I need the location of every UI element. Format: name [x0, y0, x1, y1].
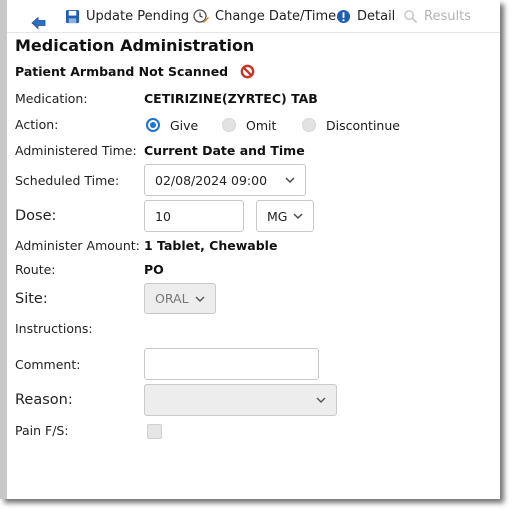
action-give-radio[interactable]: Give — [146, 115, 198, 135]
detail-label: Detail — [357, 8, 396, 24]
action-omit-label: Omit — [246, 117, 277, 133]
comment-label: Comment: — [15, 357, 81, 372]
detail-button[interactable]: Detail — [336, 0, 395, 32]
armband-warning-text: Patient Armband Not Scanned — [15, 64, 229, 79]
medication-label: Medication: — [15, 91, 88, 106]
medication-value: CETIRIZINE(ZYRTEC) TAB — [144, 91, 318, 106]
prohibited-icon — [240, 64, 255, 79]
toolbar: Update Pending Change Date/Time Detail R… — [7, 0, 500, 33]
back-arrow-icon — [31, 16, 46, 30]
clock-edit-icon — [193, 9, 209, 23]
route-value: PO — [144, 262, 164, 277]
page-title: Medication Administration — [15, 36, 255, 55]
action-omit-radio[interactable]: Omit — [222, 115, 276, 135]
chevron-down-icon — [316, 397, 326, 403]
route-label: Route: — [15, 262, 56, 277]
administered-time-label: Administered Time: — [15, 143, 137, 158]
dose-value: 10 — [155, 208, 171, 224]
dose-unit-value: MG — [267, 208, 288, 224]
results-label: Results — [424, 8, 471, 24]
reason-label: Reason: — [15, 392, 73, 408]
site-label: Site: — [15, 291, 48, 307]
instructions-label: Instructions: — [15, 321, 93, 336]
pain-label: Pain F/S: — [15, 423, 69, 438]
magnifier-icon — [404, 9, 418, 23]
action-discontinue-label: Discontinue — [326, 117, 400, 133]
dose-label: Dose: — [15, 208, 57, 224]
armband-warning: Patient Armband Not Scanned — [15, 64, 255, 79]
change-date-time-button[interactable]: Change Date/Time — [193, 0, 336, 32]
administer-amount-value: 1 Tablet, Chewable — [144, 238, 278, 253]
update-pending-button[interactable]: Update Pending — [65, 0, 189, 32]
form-area: Medication Administration Patient Armban… — [7, 32, 500, 499]
administer-amount-label: Administer Amount: — [15, 238, 140, 253]
scheduled-time-select[interactable]: 02/08/2024 09:00 — [144, 164, 306, 196]
scheduled-time-value: 02/08/2024 09:00 — [155, 172, 268, 188]
chevron-down-icon — [195, 296, 205, 302]
change-date-time-label: Change Date/Time — [215, 8, 337, 24]
chevron-down-icon — [293, 213, 303, 219]
comment-input[interactable] — [144, 348, 319, 380]
site-select[interactable]: ORAL — [144, 283, 216, 314]
medication-administration-window: Update Pending Change Date/Time Detail R… — [0, 0, 500, 499]
radio-selected-indicator — [146, 118, 160, 132]
dose-unit-select[interactable]: MG — [256, 200, 314, 232]
dose-input[interactable]: 10 — [144, 200, 244, 232]
radio-indicator — [302, 118, 316, 132]
update-pending-label: Update Pending — [86, 8, 190, 24]
info-icon — [336, 9, 351, 23]
action-discontinue-radio[interactable]: Discontinue — [302, 115, 400, 135]
action-label: Action: — [15, 117, 59, 132]
radio-indicator — [222, 118, 236, 132]
chevron-down-icon — [285, 177, 295, 183]
scheduled-time-label: Scheduled Time: — [15, 173, 120, 188]
pain-checkbox[interactable] — [147, 424, 162, 439]
results-button[interactable]: Results — [403, 0, 471, 32]
window-left-border — [0, 0, 7, 499]
site-value: ORAL — [155, 291, 189, 306]
reason-select[interactable] — [144, 384, 337, 416]
action-give-label: Give — [170, 117, 199, 133]
administered-time-value: Current Date and Time — [144, 143, 305, 158]
save-icon — [65, 9, 80, 23]
